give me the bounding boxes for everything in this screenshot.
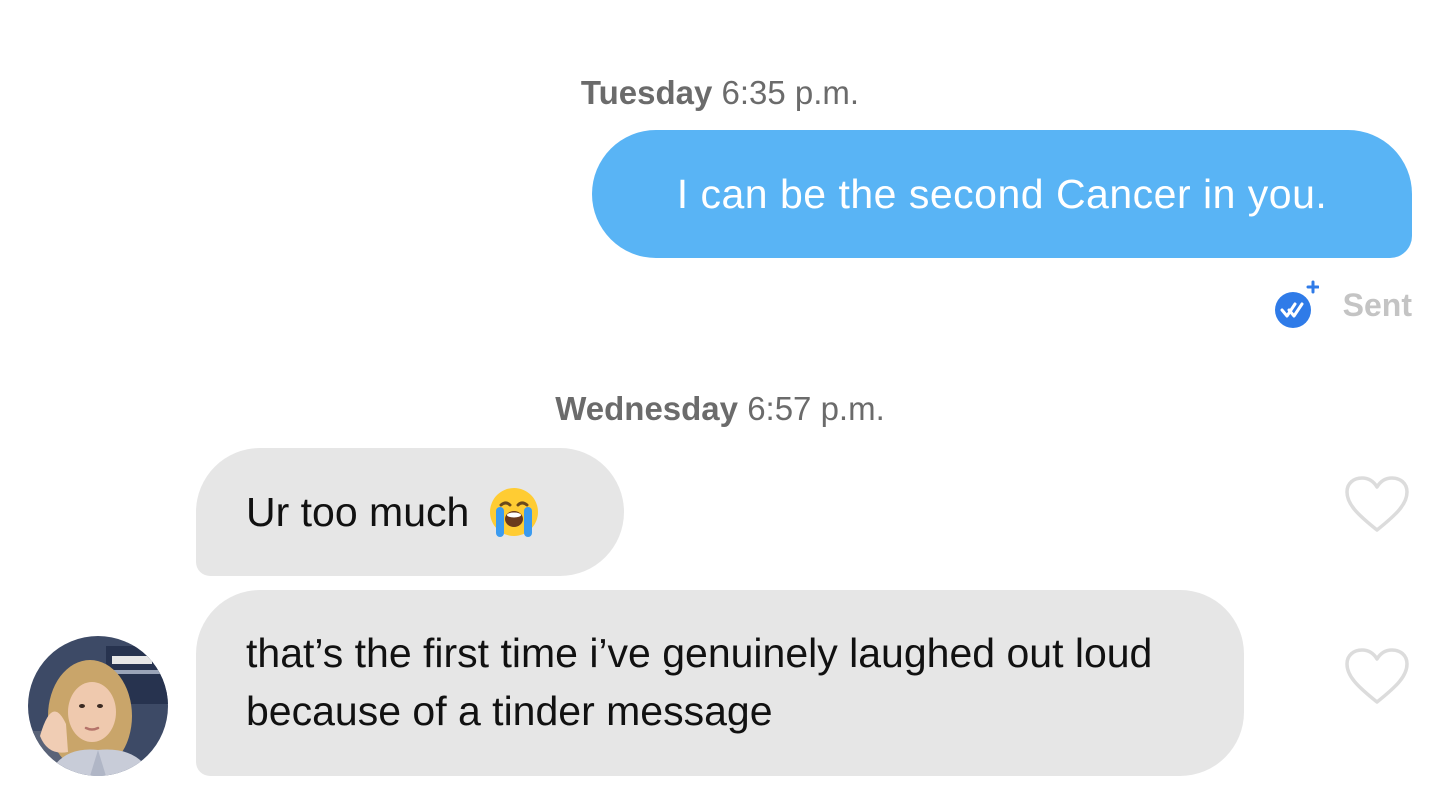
- timestamp-time: 6:35 p.m.: [721, 74, 860, 111]
- timestamp-day: Tuesday: [580, 74, 713, 111]
- like-heart-icon[interactable]: [1343, 646, 1411, 706]
- timestamp-day: Wednesday: [555, 390, 739, 427]
- outgoing-message-bubble[interactable]: I can be the second Cancer in you.: [592, 130, 1412, 258]
- loudly-crying-face-emoji-icon: [487, 485, 541, 539]
- status-label: Sent: [1342, 286, 1412, 323]
- timestamp-time: 6:57 p.m.: [747, 390, 885, 427]
- like-heart-icon[interactable]: [1343, 474, 1411, 534]
- double-check-icon: [1269, 280, 1320, 330]
- incoming-message-bubble[interactable]: that’s the first time i’ve genuinely lau…: [196, 590, 1244, 776]
- outgoing-message-text: I can be the second Cancer in you.: [676, 171, 1328, 217]
- avatar[interactable]: [28, 636, 168, 776]
- incoming-message-text: Ur too much: [246, 489, 470, 535]
- incoming-message-text: that’s the first time i’ve genuinely lau…: [246, 630, 1153, 734]
- timestamp-wednesday: Wednesday 6:57 p.m.: [0, 390, 1440, 428]
- incoming-message-bubble[interactable]: Ur too much: [196, 448, 624, 576]
- message-status: Sent: [1269, 280, 1412, 330]
- timestamp-tuesday: Tuesday 6:35 p.m.: [0, 74, 1440, 112]
